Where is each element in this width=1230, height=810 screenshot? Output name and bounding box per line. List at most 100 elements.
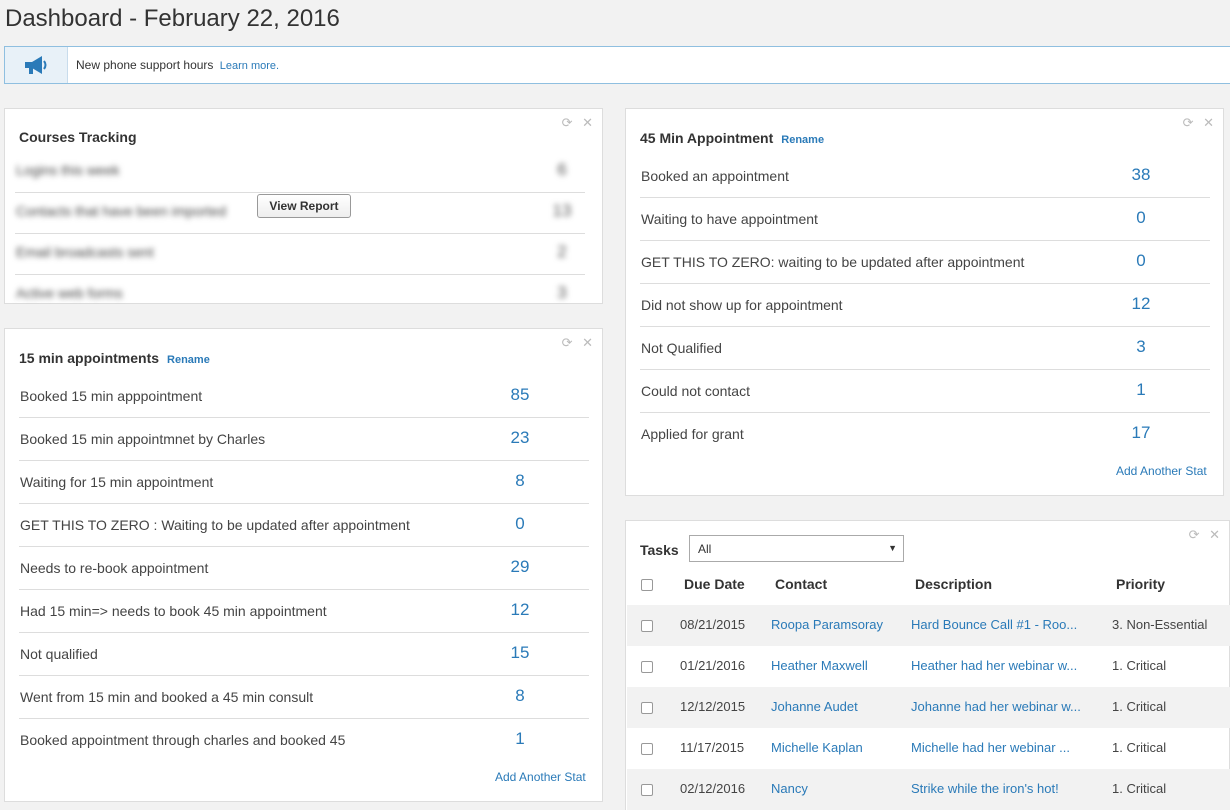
stat-value[interactable]: 8 — [500, 686, 540, 706]
announcement-icon-box — [5, 47, 68, 83]
stat-row[interactable]: Did not show up for appointment 12 — [640, 284, 1210, 327]
stat-row[interactable]: Booked appointment through charles and b… — [19, 719, 589, 762]
close-icon[interactable]: ✕ — [582, 335, 593, 351]
close-icon[interactable]: ✕ — [582, 115, 593, 131]
task-priority: 1. Critical — [1112, 658, 1167, 673]
table-row[interactable]: 11/17/2015 Michelle Kaplan Michelle had … — [627, 728, 1230, 769]
stat-label: Booked 15 min apppointment — [20, 388, 203, 404]
stat-value[interactable]: 1 — [1121, 380, 1161, 400]
task-description-link[interactable]: Johanne had her webinar w... — [911, 699, 1086, 714]
rename-link[interactable]: Rename — [167, 354, 210, 366]
view-report-button[interactable]: View Report — [257, 194, 351, 218]
row-checkbox[interactable] — [641, 702, 653, 714]
panel-title: Courses Tracking — [19, 129, 137, 145]
panel-title: 45 Min Appointment Rename — [640, 130, 824, 146]
refresh-icon[interactable]: ⟳ — [562, 115, 573, 131]
column-header-contact[interactable]: Contact — [775, 576, 827, 592]
column-header-description[interactable]: Description — [915, 576, 992, 592]
stat-row: Active web forms 3 — [15, 273, 585, 316]
column-header-due-date[interactable]: Due Date — [684, 576, 745, 592]
stat-row[interactable]: Not Qualified 3 — [640, 327, 1210, 370]
add-another-stat-link[interactable]: Add Another Stat — [1116, 464, 1207, 478]
stat-value[interactable]: 12 — [500, 600, 540, 620]
task-due-date: 12/12/2015 — [680, 699, 746, 714]
panel-controls: ⟳ ✕ — [1177, 115, 1214, 131]
stat-value[interactable]: 0 — [1121, 251, 1161, 271]
stat-label: GET THIS TO ZERO : Waiting to be updated… — [20, 517, 410, 533]
stat-label: GET THIS TO ZERO: waiting to be updated … — [641, 254, 1025, 270]
stat-row[interactable]: Not qualified 15 — [19, 633, 589, 676]
close-icon[interactable]: ✕ — [1203, 115, 1214, 131]
stat-value[interactable]: 85 — [500, 385, 540, 405]
learn-more-link[interactable]: Learn more. — [220, 60, 279, 72]
stat-row[interactable]: Applied for grant 17 — [640, 413, 1210, 456]
stat-label: Active web forms — [16, 285, 123, 301]
stat-row[interactable]: Went from 15 min and booked a 45 min con… — [19, 676, 589, 719]
stat-value[interactable]: 17 — [1121, 423, 1161, 443]
refresh-icon[interactable]: ⟳ — [1189, 527, 1200, 543]
stat-row[interactable]: GET THIS TO ZERO : Waiting to be updated… — [19, 504, 589, 547]
task-contact-link[interactable]: Michelle Kaplan — [771, 740, 863, 755]
stat-label: Went from 15 min and booked a 45 min con… — [20, 689, 314, 705]
stat-value[interactable]: 0 — [500, 514, 540, 534]
stat-value: 2 — [557, 242, 567, 261]
task-description-link[interactable]: Strike while the iron's hot! — [911, 781, 1086, 796]
refresh-icon[interactable]: ⟳ — [562, 335, 573, 351]
stat-value[interactable]: 29 — [500, 557, 540, 577]
task-contact-link[interactable]: Roopa Paramsoray — [771, 617, 883, 632]
stat-row[interactable]: Booked an appointment 38 — [640, 155, 1210, 198]
page-title: Dashboard - February 22, 2016 — [5, 5, 340, 32]
stat-label: Waiting to have appointment — [641, 211, 818, 227]
stat-value[interactable]: 0 — [1121, 208, 1161, 228]
close-icon[interactable]: ✕ — [1209, 527, 1220, 543]
task-contact-link[interactable]: Heather Maxwell — [771, 658, 868, 673]
stat-value[interactable]: 12 — [1121, 294, 1161, 314]
stat-row: Logins this week 6 — [15, 150, 585, 193]
stat-row: Email broadcasts sent 2 — [15, 232, 585, 275]
task-priority: 3. Non-Essential — [1112, 617, 1208, 632]
row-checkbox[interactable] — [641, 743, 653, 755]
stat-value[interactable]: 3 — [1121, 337, 1161, 357]
stat-row[interactable]: Waiting for 15 min appointment 8 — [19, 461, 589, 504]
table-row[interactable]: 02/12/2016 Nancy Strike while the iron's… — [627, 769, 1230, 810]
stat-row[interactable]: Could not contact 1 — [640, 370, 1210, 413]
table-row[interactable]: 08/21/2015 Roopa Paramsoray Hard Bounce … — [627, 605, 1230, 646]
stat-row[interactable]: Had 15 min=> needs to book 45 min appoin… — [19, 590, 589, 633]
stat-row[interactable]: Booked 15 min appointmnet by Charles 23 — [19, 418, 589, 461]
select-all-checkbox[interactable] — [641, 579, 653, 591]
row-checkbox[interactable] — [641, 784, 653, 796]
panel-title-text: 45 Min Appointment — [640, 130, 774, 146]
stat-value[interactable]: 8 — [500, 471, 540, 491]
task-description-link[interactable]: Hard Bounce Call #1 - Roo... — [911, 617, 1086, 632]
stat-value: 6 — [557, 160, 567, 179]
task-contact-link[interactable]: Nancy — [771, 781, 808, 796]
stat-value[interactable]: 38 — [1121, 165, 1161, 185]
stat-label: Could not contact — [641, 383, 750, 399]
stat-row[interactable]: Needs to re-book appointment 29 — [19, 547, 589, 590]
task-description-link[interactable]: Michelle had her webinar ... — [911, 740, 1086, 755]
stat-label: Did not show up for appointment — [641, 297, 843, 313]
stat-row[interactable]: Booked 15 min apppointment 85 — [19, 375, 589, 418]
rename-link[interactable]: Rename — [781, 134, 824, 146]
fifteen-min-panel: ⟳ ✕ 15 min appointments Rename Booked 15 … — [4, 328, 603, 802]
task-priority: 1. Critical — [1112, 781, 1167, 796]
stat-value[interactable]: 15 — [500, 643, 540, 663]
column-header-priority[interactable]: Priority — [1116, 576, 1165, 592]
refresh-icon[interactable]: ⟳ — [1183, 115, 1194, 131]
stat-label: Needs to re-book appointment — [20, 560, 209, 576]
row-checkbox[interactable] — [641, 620, 653, 632]
tasks-filter-select[interactable]: All ▼ — [689, 535, 904, 562]
panel-controls: ⟳ ✕ — [1183, 527, 1220, 543]
stat-value[interactable]: 23 — [500, 428, 540, 448]
task-contact-link[interactable]: Johanne Audet — [771, 699, 858, 714]
stat-row[interactable]: GET THIS TO ZERO: waiting to be updated … — [640, 241, 1210, 284]
row-checkbox[interactable] — [641, 661, 653, 673]
task-description-link[interactable]: Heather had her webinar w... — [911, 658, 1086, 673]
table-row[interactable]: 12/12/2015 Johanne Audet Johanne had her… — [627, 687, 1230, 728]
stat-label: Contacts that have been imported — [16, 203, 227, 219]
add-another-stat-link[interactable]: Add Another Stat — [495, 770, 586, 784]
table-row[interactable]: 01/21/2016 Heather Maxwell Heather had h… — [627, 646, 1230, 687]
forty-five-min-panel: ⟳ ✕ 45 Min Appointment Rename Booked an a… — [625, 108, 1224, 496]
stat-value[interactable]: 1 — [500, 729, 540, 749]
stat-row[interactable]: Waiting to have appointment 0 — [640, 198, 1210, 241]
